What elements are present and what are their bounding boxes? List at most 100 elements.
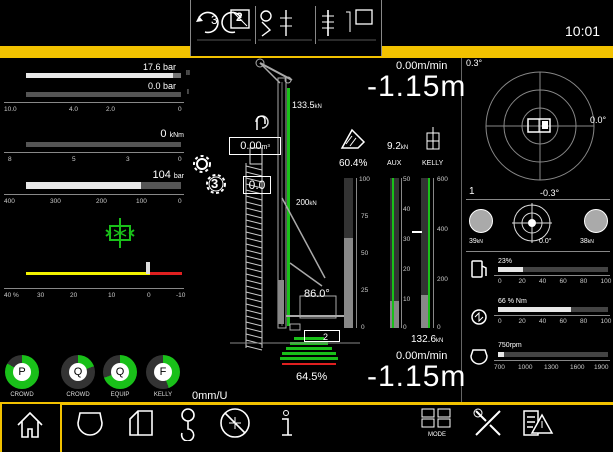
scale4-tick: % <box>13 292 19 299</box>
aux-tick: 50 <box>403 176 411 183</box>
kelly-mode-icon[interactable] <box>315 6 378 44</box>
pressure-ii-value: 17.6 bar <box>142 62 176 72</box>
rotary-angle-box[interactable]: 0.0 <box>243 176 271 194</box>
scale2-line <box>4 152 184 153</box>
info-button[interactable] <box>268 405 312 449</box>
kelly-tick: 200 <box>437 276 448 283</box>
scale-tick: 80 <box>580 278 588 285</box>
home-button[interactable] <box>14 405 58 449</box>
scale3-tick: 100 <box>136 198 147 205</box>
torque-value-row: 0 kNm <box>160 128 184 140</box>
inclination-target <box>485 71 595 181</box>
right-outrigger-indicator[interactable] <box>584 209 608 233</box>
pct-tick: 50 <box>361 250 369 257</box>
depth-top: -1.15m <box>367 70 467 103</box>
mode-button[interactable]: MODE <box>418 405 462 449</box>
scale1-tick: 0 <box>178 106 182 113</box>
scale4-tick: 10 <box>108 292 116 299</box>
engine-rpm-bar <box>498 352 608 357</box>
aux-tick: 20 <box>403 266 411 273</box>
scale-tick: 80 <box>580 318 588 325</box>
engine-rpm-value: 750 <box>498 342 510 349</box>
scale-tick: 100 <box>600 318 612 325</box>
scale2-tick: 3 <box>126 156 130 163</box>
fuel-value: 23 <box>498 258 506 265</box>
rotation-mode-icon[interactable]: 3 2 <box>195 6 253 44</box>
winch-percentage: 60.4% <box>339 158 368 169</box>
kelly-tick: 600 <box>437 176 448 183</box>
rpm-tick: 1000 <box>518 364 533 371</box>
scale-tick: 0 <box>498 318 502 325</box>
gauge-q-equip-letter: Q <box>111 363 129 381</box>
mid-force-unit: kN <box>309 201 317 207</box>
outrigger-divider <box>466 251 610 252</box>
fuel-icon <box>469 258 489 280</box>
feed-pressure-bar <box>26 182 181 189</box>
scale3-tick: 300 <box>50 198 61 205</box>
mid-force-number: 200 <box>296 198 310 207</box>
left-outrigger-indicator[interactable] <box>469 209 493 233</box>
scale1-tick: 2.0 <box>106 106 116 113</box>
gauge-q-crowd[interactable]: Q <box>61 355 95 389</box>
mode-icon-panel[interactable]: 3 2 <box>190 0 382 56</box>
warning-log-button[interactable] <box>518 405 562 449</box>
crosshair-level-icon <box>512 203 552 243</box>
ring-divider <box>466 199 610 200</box>
scale-tick: 100 <box>600 278 612 285</box>
volume-value: 0.00 <box>240 140 262 152</box>
gauge-q-name: CROWD <box>66 392 90 398</box>
kelly-force-value: 132.6 <box>411 334 437 345</box>
tools-button[interactable] <box>470 405 514 449</box>
winch-scale-line <box>356 178 357 328</box>
aux-green-line <box>392 178 394 328</box>
left-outrigger-force: 39kN <box>469 238 483 245</box>
aux-force-row: 9.2kN <box>387 141 408 152</box>
scale-line <box>494 315 610 316</box>
door-button[interactable] <box>122 405 166 449</box>
gauge-f-letter: F <box>154 363 172 381</box>
scale3-tick: 0 <box>178 198 182 205</box>
tilt-box: 2 <box>304 330 340 342</box>
scale1-line <box>4 102 184 103</box>
volume-box[interactable]: 0.00m³ <box>229 137 281 155</box>
rotation-mode-digit: 3 <box>211 13 218 27</box>
scale-tick: 40 <box>539 278 547 285</box>
engine-rpm-unit: rpm <box>509 342 522 349</box>
scale4-tick: 20 <box>70 292 78 299</box>
hook-icon <box>253 115 269 132</box>
aux-scale-line <box>401 178 402 328</box>
scale3-line <box>4 194 184 195</box>
scale-tick: 0 <box>498 278 502 285</box>
no-lift-button[interactable] <box>217 405 261 449</box>
gauge-p-crowd[interactable]: P <box>5 355 39 389</box>
engine-load-bar <box>498 307 608 312</box>
aux-force-value: 9.2 <box>387 141 401 152</box>
gauge-f-name: KELLY <box>153 392 173 398</box>
gauge-f-kelly[interactable]: F <box>146 355 180 389</box>
gauge-q-equip[interactable]: Q <box>103 355 137 389</box>
rpm-tick: 1300 <box>544 364 559 371</box>
rpm-scale-line <box>494 360 610 361</box>
top-force-unit: kN <box>314 104 322 110</box>
top-force-value: 133.5kN <box>292 100 322 110</box>
gear-number-icon: 3 <box>204 172 228 196</box>
scale4-line <box>4 288 184 289</box>
left-outrigger-force-unit: kN <box>476 239 483 245</box>
ring-value: 1 <box>469 186 475 197</box>
mid-force-value: 200kN <box>296 198 317 207</box>
hook-wrench-icon <box>180 408 195 442</box>
warning-document-icon <box>523 410 554 436</box>
scale1-tick: 4.0 <box>69 106 79 113</box>
crowd-mode-icon[interactable] <box>255 6 314 44</box>
kelly-scale-line <box>433 178 434 328</box>
inclination-right: 0.0° <box>590 115 607 125</box>
winch-vertical-bar <box>344 178 353 328</box>
feed-pressure-value: 104 <box>152 169 171 181</box>
scale2-tick: 8 <box>8 156 12 163</box>
home-icon <box>17 411 43 438</box>
depth-bottom: -1.15m <box>367 360 467 393</box>
scale-line <box>494 275 610 276</box>
winch-hook-button[interactable] <box>170 405 214 449</box>
scale4-tick: 30 <box>37 292 45 299</box>
engine-button[interactable] <box>72 405 116 449</box>
